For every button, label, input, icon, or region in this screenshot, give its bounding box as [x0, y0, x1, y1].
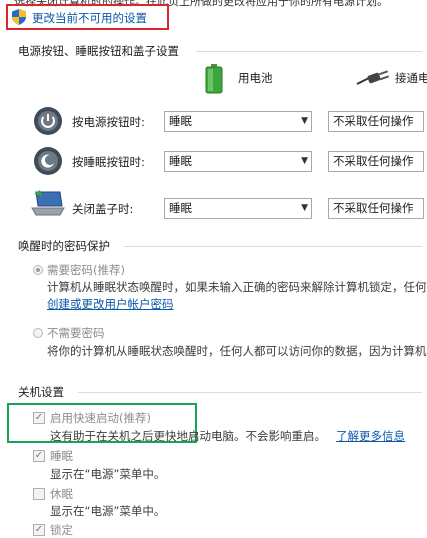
select-value: 睡眠	[169, 201, 192, 215]
password-section-title: 唤醒时的密码保护	[18, 239, 110, 253]
lock-checkbox[interactable]: ✓	[33, 524, 45, 536]
no-password-radio[interactable]	[33, 328, 43, 338]
chevron-down-icon: ▼	[301, 116, 308, 126]
battery-icon	[205, 64, 223, 94]
sleep-button-icon	[34, 147, 62, 175]
sleep-option-desc: 显示在“电源”菜单中。	[50, 467, 166, 481]
require-password-radio[interactable]	[33, 265, 43, 275]
require-password-label: 需要密码(推荐)	[47, 263, 125, 277]
lid-close-plugged-select[interactable]: 不采取任何操作	[328, 198, 424, 219]
chevron-down-icon: ▼	[301, 203, 308, 213]
change-unavailable-settings-link[interactable]: 更改当前不可用的设置	[32, 10, 147, 26]
hibernate-checkbox[interactable]	[33, 488, 45, 500]
sleep-button-plugged-select[interactable]: 不采取任何操作	[328, 151, 424, 172]
power-button-battery-select[interactable]: 睡眠 ▼	[164, 111, 312, 132]
shutdown-section-title: 关机设置	[18, 385, 64, 399]
power-button-icon	[34, 107, 62, 135]
fast-startup-label: 启用快速启动(推荐)	[50, 411, 151, 425]
create-password-link[interactable]: 创建或更改用户帐户密码	[47, 296, 174, 312]
select-value: 不采取任何操作	[333, 201, 414, 215]
select-value: 睡眠	[169, 114, 192, 128]
power-button-label: 按电源按钮时:	[72, 115, 145, 129]
sleep-checkbox[interactable]: ✓	[33, 450, 45, 462]
section-divider	[124, 246, 422, 247]
battery-column-header: 用电池	[238, 71, 273, 85]
sleep-option-label: 睡眠	[50, 449, 73, 463]
hibernate-option-desc: 显示在“电源”菜单中。	[50, 504, 166, 518]
hibernate-option-label: 休眠	[50, 487, 73, 501]
no-password-desc: 将你的计算机从睡眠状态唤醒时，任何人都可以访问你的数据，因为计算机	[47, 344, 427, 358]
power-buttons-section-title: 电源按钮、睡眠按钮和盖子设置	[18, 44, 179, 58]
learn-more-link[interactable]: 了解更多信息	[336, 428, 405, 444]
uac-shield-icon	[12, 9, 26, 25]
lock-option-label: 锁定	[50, 523, 73, 537]
section-divider	[78, 392, 422, 393]
plugged-column-header: 接通电源	[395, 71, 427, 85]
chevron-down-icon: ▼	[301, 156, 308, 166]
no-password-label: 不需要密码	[47, 326, 105, 340]
select-value: 不采取任何操作	[333, 154, 414, 168]
select-value: 睡眠	[169, 154, 192, 168]
power-button-plugged-select[interactable]: 不采取任何操作	[328, 111, 424, 132]
fast-startup-desc: 这有助于在关机之后更快地启动电脑。不会影响重启。	[50, 429, 326, 443]
power-plug-icon	[356, 70, 390, 85]
sleep-button-label: 按睡眠按钮时:	[72, 155, 145, 169]
laptop-lid-icon	[31, 190, 65, 216]
select-value: 不采取任何操作	[333, 114, 414, 128]
sleep-button-battery-select[interactable]: 睡眠 ▼	[164, 151, 312, 172]
lid-close-label: 关闭盖子时:	[72, 202, 134, 216]
require-password-desc: 计算机从睡眠状态唤醒时，如果未输入正确的密码来解除计算机锁定，任何	[47, 280, 427, 294]
fast-startup-checkbox[interactable]: ✓	[33, 412, 45, 424]
lid-close-battery-select[interactable]: 睡眠 ▼	[164, 198, 312, 219]
section-divider	[196, 51, 422, 52]
